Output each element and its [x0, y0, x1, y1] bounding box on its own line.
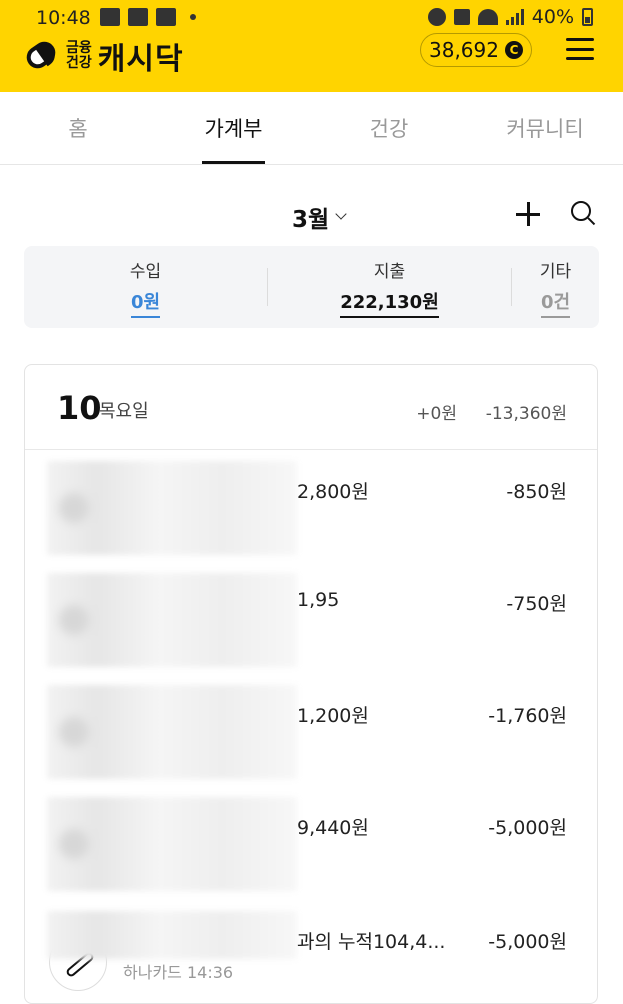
- transaction-amount: -1,760원: [488, 705, 567, 727]
- coin-icon: C: [504, 41, 523, 59]
- tab-ledger-label: 가계부: [204, 117, 263, 141]
- brand-sub-line2: 건강: [66, 55, 92, 71]
- transaction-amount: -5,000원: [488, 817, 567, 839]
- blurred-region: [47, 573, 297, 667]
- day-income: +0원: [416, 404, 457, 424]
- transaction-row[interactable]: 1,200원 -1,760원: [25, 685, 597, 795]
- alarm-icon: [427, 8, 446, 26]
- chevron-down-icon: [335, 208, 347, 220]
- transaction-desc: 1,200원: [297, 705, 369, 727]
- month-selector[interactable]: 3월: [292, 200, 347, 234]
- day-header: 10 목요일 +0원 -13,360원: [25, 365, 597, 450]
- notification-icons: [100, 8, 196, 26]
- status-bar: 10:48 40%: [0, 0, 623, 36]
- expense-value: 222,130원: [340, 288, 439, 318]
- wifi-icon: [477, 9, 498, 25]
- transaction-desc: 2,800원: [297, 481, 369, 503]
- etc-value: 0건: [540, 288, 571, 318]
- summary-expense[interactable]: 지출 222,130원: [268, 246, 511, 328]
- blurred-region: [47, 797, 297, 891]
- tab-ledger[interactable]: 가계부: [202, 92, 265, 164]
- day-weekday: 목요일: [99, 401, 149, 422]
- search-icon[interactable]: [571, 201, 595, 225]
- tab-community-label: 커뮤니티: [506, 117, 584, 141]
- add-entry-icon[interactable]: [516, 202, 540, 226]
- etc-title: 기타: [539, 261, 572, 282]
- gallery-icon: [128, 8, 148, 26]
- notification-icon: [100, 8, 120, 26]
- tab-home-label: 홈: [68, 117, 88, 141]
- battery-percent: 40%: [531, 6, 574, 28]
- transaction-amount: -850원: [506, 481, 567, 503]
- expense-title: 지출: [373, 261, 406, 282]
- month-row: 3월: [0, 196, 623, 236]
- blurred-region: [47, 461, 297, 555]
- summary-income[interactable]: 수입 0원: [24, 246, 267, 328]
- status-time: 10:48: [36, 7, 91, 29]
- income-title: 수입: [129, 261, 162, 282]
- transaction-amount: -5,000원: [488, 931, 567, 953]
- more-dot-icon: [190, 14, 196, 20]
- transaction-desc: 1,95: [297, 589, 340, 611]
- income-value: 0원: [130, 288, 161, 318]
- system-icons: 40%: [427, 6, 593, 28]
- points-value: 38,692: [429, 38, 499, 62]
- mute-icon: [453, 9, 470, 25]
- app-header: 10:48 40% 금융 건강 캐시닥 38,692 C: [0, 0, 623, 92]
- tab-home[interactable]: 홈: [47, 92, 109, 164]
- transaction-source-time: 하나카드 14:36: [123, 963, 234, 982]
- transaction-row[interactable]: 2,800원 -850원: [25, 461, 597, 571]
- summary-etc[interactable]: 기타 0건: [512, 246, 599, 328]
- day-number: 10: [57, 389, 102, 427]
- app-notification-icon: [156, 8, 176, 26]
- transaction-row[interactable]: 1,95 -750원: [25, 573, 597, 683]
- transaction-row[interactable]: 과의 누적104,4... -5,000원 하나카드 14:36: [25, 911, 597, 991]
- hamburger-menu-icon[interactable]: [566, 38, 594, 60]
- tab-health-label: 건강: [369, 117, 409, 141]
- blurred-region: [47, 685, 297, 779]
- battery-icon: [582, 8, 593, 26]
- tab-community[interactable]: 커뮤니티: [500, 92, 590, 164]
- day-card: 10 목요일 +0원 -13,360원 2,800원 -850원 1,95 -7…: [24, 364, 598, 1004]
- pill-logo-icon: [22, 37, 60, 73]
- blurred-region: [47, 911, 297, 959]
- day-expense: -13,360원: [485, 404, 567, 424]
- brand-subtitle: 금융 건강: [66, 41, 92, 71]
- month-label: 3월: [292, 207, 330, 233]
- brand-name: 캐시닥: [97, 42, 184, 77]
- brand-logo[interactable]: 금융 건강 캐시닥: [22, 34, 184, 78]
- signal-icon: [505, 9, 524, 25]
- points-balance-button[interactable]: 38,692 C: [420, 33, 532, 67]
- main-tabs: 홈 가계부 건강 커뮤니티: [0, 92, 623, 165]
- brand-sub-line1: 금융: [66, 40, 92, 56]
- transaction-amount: -750원: [506, 593, 567, 615]
- month-summary: 수입 0원 지출 222,130원 기타 0건: [24, 246, 599, 328]
- transaction-desc: 과의 누적104,4...: [297, 931, 446, 953]
- transaction-desc: 9,440원: [297, 817, 369, 839]
- transaction-row[interactable]: 9,440원 -5,000원: [25, 797, 597, 907]
- tab-health[interactable]: 건강: [358, 92, 420, 164]
